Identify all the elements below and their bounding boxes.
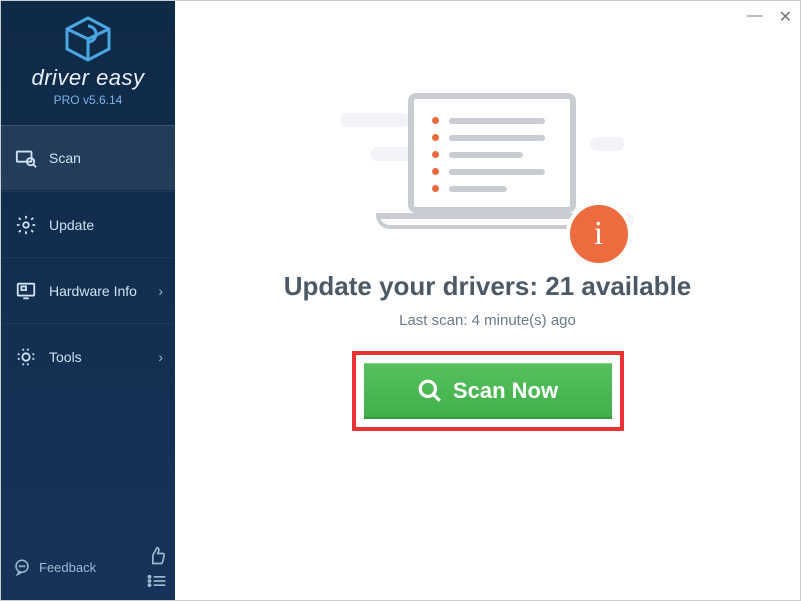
close-button[interactable]: ✕	[779, 7, 792, 27]
last-scan-text: Last scan: 4 minute(s) ago	[175, 312, 800, 329]
brand-logo-icon	[62, 15, 114, 63]
info-icon: i	[566, 201, 632, 267]
magnify-icon	[417, 378, 443, 404]
sidebar-item-label: Update	[49, 217, 163, 233]
sidebar-item-label: Hardware Info	[49, 283, 158, 299]
speech-bubble-icon	[13, 558, 31, 576]
content: i Update your drivers: 21 available Last…	[175, 1, 800, 431]
sidebar-item-label: Scan	[49, 150, 163, 166]
list-icon[interactable]	[147, 574, 167, 588]
gear-icon	[15, 214, 37, 236]
minimize-button[interactable]: —	[747, 7, 763, 27]
brand-block: driver easy PRO v5.6.14	[1, 1, 175, 115]
chevron-right-icon: ›	[158, 349, 163, 365]
window-controls: — ✕	[747, 7, 792, 27]
sidebar: driver easy PRO v5.6.14 Scan	[1, 1, 175, 600]
scan-icon	[15, 147, 37, 169]
headline-prefix: Update your drivers:	[284, 271, 546, 301]
thumbs-up-icon[interactable]	[147, 546, 167, 566]
available-count: 21	[545, 271, 574, 301]
monitor-icon	[15, 280, 37, 302]
annotation-highlight-box: Scan Now	[352, 351, 624, 431]
sidebar-item-tools[interactable]: Tools ›	[1, 323, 175, 389]
sidebar-item-hardware-info[interactable]: Hardware Info ›	[1, 257, 175, 323]
sidebar-item-label: Tools	[49, 349, 158, 365]
sidebar-item-update[interactable]: Update	[1, 191, 175, 257]
brand-version: PRO v5.6.14	[1, 93, 175, 107]
laptop-illustration: i	[348, 93, 628, 253]
main-pane: — ✕ i	[175, 1, 800, 600]
sidebar-item-scan[interactable]: Scan	[1, 125, 175, 191]
scan-now-button[interactable]: Scan Now	[364, 363, 612, 419]
feedback-label: Feedback	[39, 560, 96, 575]
sidebar-footer: Feedback	[1, 536, 175, 600]
tools-icon	[15, 346, 37, 368]
headline: Update your drivers: 21 available	[175, 271, 800, 302]
scan-now-label: Scan Now	[453, 378, 558, 404]
brand-name: driver easy	[1, 65, 175, 91]
app-window: driver easy PRO v5.6.14 Scan	[1, 1, 800, 600]
chevron-right-icon: ›	[158, 283, 163, 299]
feedback-button[interactable]: Feedback	[13, 558, 147, 576]
headline-suffix: available	[574, 271, 691, 301]
sidebar-nav: Scan Update	[1, 125, 175, 389]
